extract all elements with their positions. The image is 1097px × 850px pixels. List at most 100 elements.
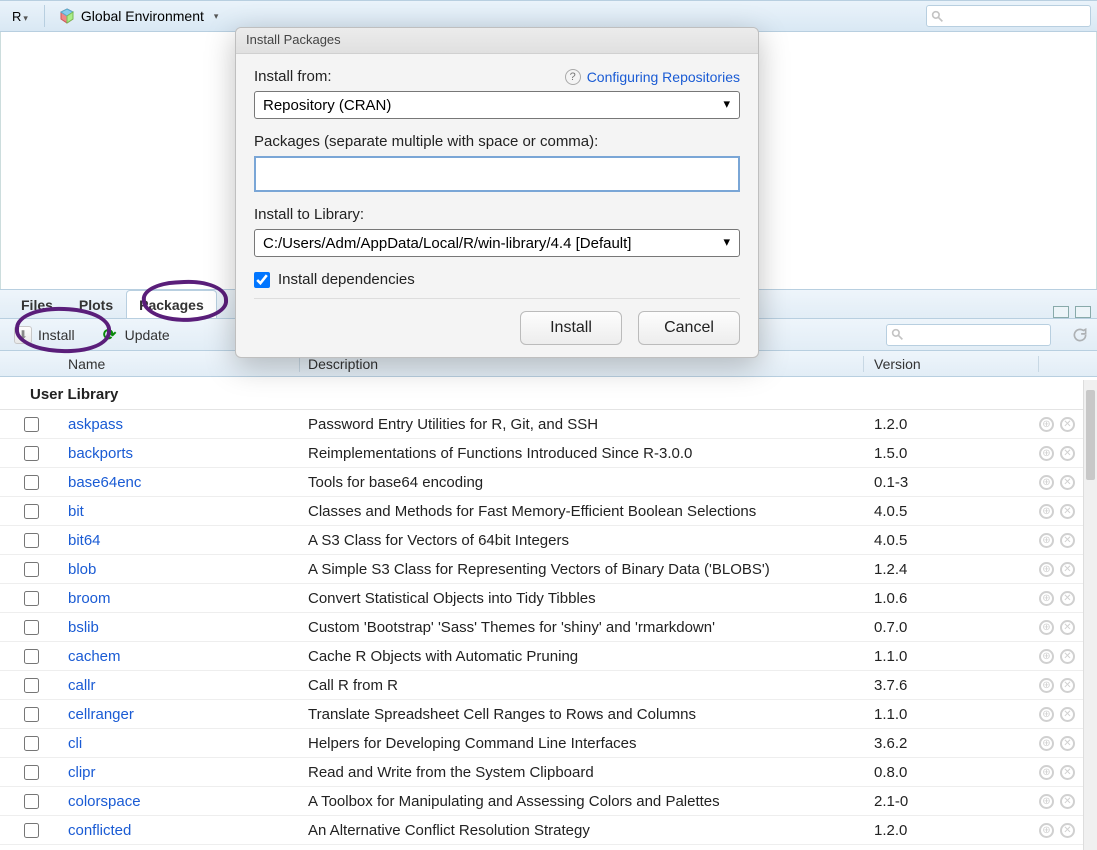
- help-icon[interactable]: ?: [565, 69, 581, 85]
- package-version: 1.1.0: [864, 648, 1039, 665]
- install-dependencies-label: Install dependencies: [278, 271, 415, 288]
- maximize-pane-icon[interactable]: [1075, 306, 1091, 318]
- web-icon[interactable]: ⊕: [1039, 417, 1054, 432]
- environment-search[interactable]: [926, 5, 1091, 27]
- package-version: 1.2.4: [864, 561, 1039, 578]
- web-icon[interactable]: ⊕: [1039, 475, 1054, 490]
- package-version: 1.2.0: [864, 416, 1039, 433]
- package-row: cellrangerTranslate Spreadsheet Cell Ran…: [0, 700, 1097, 729]
- web-icon[interactable]: ⊕: [1039, 562, 1054, 577]
- web-icon[interactable]: ⊕: [1039, 620, 1054, 635]
- package-name-link[interactable]: askpass: [62, 416, 300, 433]
- remove-icon[interactable]: ✕: [1060, 562, 1075, 577]
- install-confirm-button[interactable]: Install: [520, 311, 622, 345]
- packages-search[interactable]: [886, 324, 1051, 346]
- web-icon[interactable]: ⊕: [1039, 736, 1054, 751]
- remove-icon[interactable]: ✕: [1060, 765, 1075, 780]
- web-icon[interactable]: ⊕: [1039, 504, 1054, 519]
- package-name-link[interactable]: colorspace: [62, 793, 300, 810]
- remove-icon[interactable]: ✕: [1060, 591, 1075, 606]
- packages-input[interactable]: [254, 156, 740, 192]
- package-checkbox[interactable]: [24, 533, 39, 548]
- package-name-link[interactable]: bit64: [62, 532, 300, 549]
- tab-packages[interactable]: Packages: [126, 290, 217, 318]
- package-name-link[interactable]: backports: [62, 445, 300, 462]
- package-checkbox[interactable]: [24, 765, 39, 780]
- update-button[interactable]: ⟳ Update: [95, 324, 176, 346]
- remove-icon[interactable]: ✕: [1060, 504, 1075, 519]
- package-name-link[interactable]: broom: [62, 590, 300, 607]
- package-checkbox[interactable]: [24, 620, 39, 635]
- install-dependencies-input[interactable]: [254, 272, 270, 288]
- package-checkbox[interactable]: [24, 446, 39, 461]
- tab-files[interactable]: Files: [8, 290, 66, 318]
- web-icon[interactable]: ⊕: [1039, 446, 1054, 461]
- web-icon[interactable]: ⊕: [1039, 678, 1054, 693]
- package-description: Read and Write from the System Clipboard: [300, 764, 864, 781]
- scroll-thumb[interactable]: [1086, 390, 1095, 480]
- package-checkbox[interactable]: [24, 649, 39, 664]
- install-from-select[interactable]: Repository (CRAN): [254, 91, 740, 119]
- package-version: 1.2.0: [864, 822, 1039, 839]
- tab-plots[interactable]: Plots: [66, 290, 126, 318]
- package-name-link[interactable]: clipr: [62, 764, 300, 781]
- package-name-link[interactable]: blob: [62, 561, 300, 578]
- package-checkbox[interactable]: [24, 678, 39, 693]
- remove-icon[interactable]: ✕: [1060, 533, 1075, 548]
- package-checkbox[interactable]: [24, 504, 39, 519]
- package-checkbox[interactable]: [24, 417, 39, 432]
- web-icon[interactable]: ⊕: [1039, 591, 1054, 606]
- package-checkbox[interactable]: [24, 823, 39, 838]
- minimize-pane-icon[interactable]: [1053, 306, 1069, 318]
- package-checkbox[interactable]: [24, 736, 39, 751]
- package-name-link[interactable]: base64enc: [62, 474, 300, 491]
- web-icon[interactable]: ⊕: [1039, 765, 1054, 780]
- remove-icon[interactable]: ✕: [1060, 475, 1075, 490]
- package-row: backportsReimplementations of Functions …: [0, 439, 1097, 468]
- remove-icon[interactable]: ✕: [1060, 794, 1075, 809]
- package-description: A Toolbox for Manipulating and Assessing…: [300, 793, 864, 810]
- package-checkbox[interactable]: [24, 794, 39, 809]
- remove-icon[interactable]: ✕: [1060, 707, 1075, 722]
- environment-label: Global Environment: [81, 8, 204, 24]
- package-name-link[interactable]: bit: [62, 503, 300, 520]
- package-row: base64encTools for base64 encoding0.1-3⊕…: [0, 468, 1097, 497]
- package-checkbox[interactable]: [24, 475, 39, 490]
- remove-icon[interactable]: ✕: [1060, 417, 1075, 432]
- web-icon[interactable]: ⊕: [1039, 794, 1054, 809]
- web-icon[interactable]: ⊕: [1039, 649, 1054, 664]
- col-version[interactable]: Version: [864, 356, 1039, 372]
- install-dependencies-checkbox[interactable]: Install dependencies: [254, 271, 740, 288]
- web-icon[interactable]: ⊕: [1039, 823, 1054, 838]
- remove-icon[interactable]: ✕: [1060, 620, 1075, 635]
- package-row: bslibCustom 'Bootstrap' 'Sass' Themes fo…: [0, 613, 1097, 642]
- search-icon: [891, 328, 904, 341]
- web-icon[interactable]: ⊕: [1039, 533, 1054, 548]
- remove-icon[interactable]: ✕: [1060, 649, 1075, 664]
- environment-dropdown[interactable]: Global Environment: [51, 6, 226, 26]
- dialog-title: Install Packages: [236, 28, 758, 54]
- scrollbar[interactable]: [1083, 380, 1097, 850]
- package-checkbox[interactable]: [24, 562, 39, 577]
- remove-icon[interactable]: ✕: [1060, 823, 1075, 838]
- language-dropdown[interactable]: R: [6, 7, 38, 26]
- remove-icon[interactable]: ✕: [1060, 446, 1075, 461]
- remove-icon[interactable]: ✕: [1060, 736, 1075, 751]
- cube-icon: [59, 8, 75, 24]
- package-name-link[interactable]: cli: [62, 735, 300, 752]
- remove-icon[interactable]: ✕: [1060, 678, 1075, 693]
- package-name-link[interactable]: cachem: [62, 648, 300, 665]
- package-name-link[interactable]: bslib: [62, 619, 300, 636]
- cancel-button[interactable]: Cancel: [638, 311, 740, 345]
- configuring-repositories-link[interactable]: Configuring Repositories: [587, 69, 740, 85]
- package-checkbox[interactable]: [24, 591, 39, 606]
- web-icon[interactable]: ⊕: [1039, 707, 1054, 722]
- package-name-link[interactable]: callr: [62, 677, 300, 694]
- install-button[interactable]: ⬇ Install: [8, 324, 81, 346]
- refresh-icon: ⟳: [101, 326, 119, 344]
- refresh-packages-icon[interactable]: [1071, 326, 1089, 344]
- install-to-library-select[interactable]: C:/Users/Adm/AppData/Local/R/win-library…: [254, 229, 740, 257]
- package-checkbox[interactable]: [24, 707, 39, 722]
- package-name-link[interactable]: conflicted: [62, 822, 300, 839]
- package-name-link[interactable]: cellranger: [62, 706, 300, 723]
